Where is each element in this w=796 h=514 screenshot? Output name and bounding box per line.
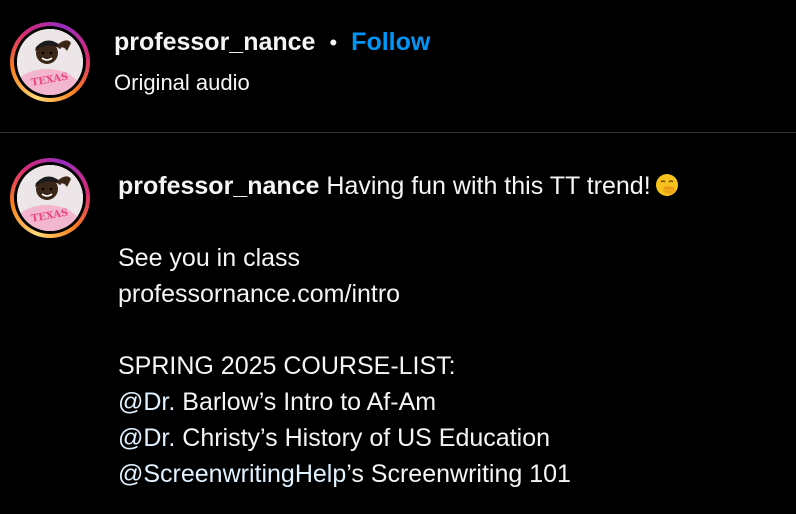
- separator-dot: •: [329, 29, 338, 55]
- post-header: TEXAS professor_nance • Follow Original …: [0, 0, 796, 133]
- course-item: @ScreenwritingHelp’s Screenwriting 101: [118, 456, 788, 492]
- course-item: @Dr. Barlow’s Intro to Af-Am: [118, 384, 788, 420]
- avatar: TEXAS: [17, 29, 83, 95]
- original-audio-link[interactable]: Original audio: [114, 70, 250, 96]
- mention-link[interactable]: @ScreenwritingHelp: [118, 460, 346, 488]
- caption-avatar-border: TEXAS: [14, 162, 86, 234]
- course-text: Barlow’s Intro to Af-Am: [175, 388, 437, 416]
- caption-link[interactable]: professornance.com/intro: [118, 276, 788, 312]
- caption-line-class: See you in class: [118, 244, 301, 272]
- mention-link[interactable]: @Dr.: [118, 388, 175, 416]
- course-list-heading: SPRING 2025 COURSE-LIST:: [118, 352, 456, 380]
- caption-first-line: professor_nance Having fun with this TT …: [118, 168, 788, 204]
- caption-avatar-ring[interactable]: TEXAS: [10, 158, 90, 238]
- mention-link[interactable]: @Dr.: [118, 424, 175, 452]
- follow-button[interactable]: Follow: [351, 28, 430, 57]
- story-ring-avatar[interactable]: TEXAS: [10, 22, 90, 102]
- face-with-hand-over-mouth-emoji-icon: [655, 171, 679, 196]
- header-username[interactable]: professor_nance: [114, 28, 315, 57]
- course-text: Christy’s History of US Education: [175, 424, 550, 452]
- caption-username[interactable]: professor_nance: [118, 172, 319, 200]
- course-item: @Dr. Christy’s History of US Education: [118, 420, 788, 456]
- course-text: ’s Screenwriting 101: [346, 460, 571, 488]
- caption-text: professor_nance Having fun with this TT …: [118, 168, 788, 492]
- caption-avatar: TEXAS: [17, 165, 83, 231]
- caption-message: Having fun with this TT trend!: [326, 172, 651, 200]
- avatar-border: TEXAS: [14, 26, 86, 98]
- header-title-row: professor_nance • Follow: [114, 28, 430, 57]
